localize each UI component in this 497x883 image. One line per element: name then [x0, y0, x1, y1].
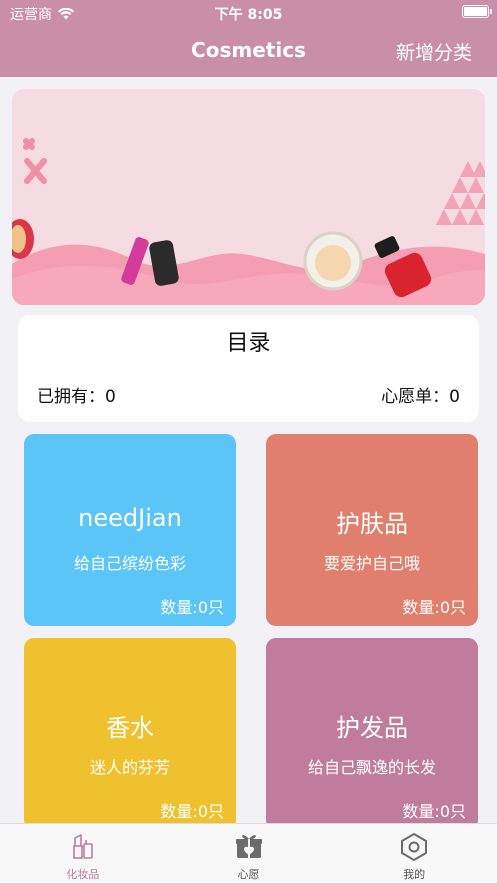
catalog-title: 目录 [226, 331, 271, 356]
category-count: 数量:0只 [402, 598, 466, 617]
decor-triangles [436, 161, 485, 225]
tab-wish[interactable]: 心愿 [166, 824, 332, 883]
tab-mine[interactable]: 我的 [331, 824, 497, 883]
tab-bar: 化妆品 心愿 我的 [0, 823, 497, 883]
category-count: 数量:0只 [160, 802, 224, 821]
cosmetics-banner [12, 89, 485, 305]
status-bar: 运营商 下午 8:05 [0, 0, 497, 26]
tab-cosmetics[interactable]: 化妆品 [0, 824, 166, 883]
gift-icon [235, 835, 262, 858]
category-count: 数量:0只 [402, 802, 466, 821]
navigation-bar: 运营商 下午 8:05 Cosmetics 新增分类 [0, 0, 497, 77]
tab-label: 我的 [403, 868, 426, 881]
owned-value: 0 [105, 387, 116, 407]
category-name: 护肤品 [336, 510, 408, 538]
owned-label: 已拥有： [37, 387, 105, 407]
category-name: needJian [78, 504, 182, 532]
hexagon-settings-icon [401, 832, 428, 862]
battery-icon [462, 5, 492, 18]
lipstick-icon [73, 833, 93, 859]
category-card-haircare[interactable]: 护发品 给自己飘逸的长发 数量:0只 [266, 638, 478, 830]
category-name: 护发品 [336, 714, 408, 742]
banner-illustration [12, 138, 485, 305]
wishlist-label: 心愿单： [381, 387, 450, 407]
tab-label: 化妆品 [66, 868, 100, 881]
owned-count: 已拥有：0 [37, 382, 116, 407]
decor-x-icon [23, 138, 47, 184]
category-card-makeup[interactable]: needJian 给自己缤纷色彩 数量:0只 [24, 434, 236, 626]
category-name: 香水 [106, 714, 154, 742]
compact-powder-illustration [303, 231, 363, 291]
category-subtitle: 给自己缤纷色彩 [73, 554, 186, 573]
category-subtitle: 要爱护自己哦 [323, 554, 420, 573]
tab-label: 心愿 [237, 868, 260, 881]
wishlist-value: 0 [449, 387, 460, 407]
category-card-skincare[interactable]: 护肤品 要爱护自己哦 数量:0只 [266, 434, 478, 626]
category-subtitle: 迷人的芬芳 [89, 758, 170, 777]
add-category-button[interactable]: 新增分类 [396, 38, 472, 65]
category-subtitle: 给自己飘逸的长发 [307, 758, 436, 777]
status-time: 下午 8:05 [214, 7, 283, 23]
catalog-summary: 目录 已拥有：0 心愿单：0 [18, 315, 479, 422]
lipstick-illustration [12, 219, 34, 259]
category-card-perfume[interactable]: 香水 迷人的芬芳 数量:0只 [24, 638, 236, 830]
category-count: 数量:0只 [160, 598, 224, 617]
wishlist-count: 心愿单：0 [381, 382, 460, 407]
